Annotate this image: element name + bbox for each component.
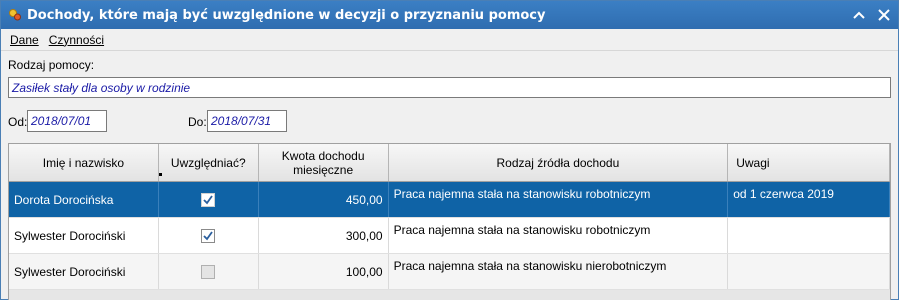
- rodzaj-pomocy-field[interactable]: Zasiłek stały dla osoby w rodzinie: [8, 77, 891, 98]
- rodzaj-pomocy-label: Rodzaj pomocy:: [8, 58, 95, 72]
- cell-name: Sylwester Dorociński: [9, 254, 159, 289]
- close-icon[interactable]: [873, 4, 895, 26]
- do-label: Do:: [188, 115, 207, 129]
- cell-included: [159, 254, 259, 289]
- cell-included: [159, 182, 259, 217]
- od-label: Od:: [8, 115, 28, 129]
- title-bar[interactable]: Dochody, które mają być uwzględnione w d…: [1, 1, 898, 29]
- table-header: Imię i nazwisko Uwzględniać? Kwota docho…: [9, 144, 890, 182]
- cell-amount: 100,00: [259, 254, 389, 289]
- table-row[interactable]: Dorota Dorocińska 450,00 Praca najemna s…: [9, 182, 890, 218]
- col-header-name[interactable]: Imię i nazwisko: [9, 144, 159, 181]
- cell-notes: [728, 218, 890, 253]
- window-title: Dochody, które mają być uwzględnione w d…: [27, 7, 546, 23]
- col-header-included[interactable]: Uwzględniać?: [159, 144, 259, 181]
- included-checkbox[interactable]: [201, 192, 216, 207]
- col-header-source[interactable]: Rodzaj źródła dochodu: [389, 144, 729, 181]
- cell-notes: od 1 czerwca 2019: [728, 182, 890, 217]
- cell-source: Praca najemna stała na stanowisku nierob…: [389, 254, 729, 289]
- menu-czynnosci[interactable]: Czynności: [44, 31, 109, 49]
- od-date-field[interactable]: 2018/07/01: [27, 110, 107, 132]
- income-table: Imię i nazwisko Uwzględniać? Kwota docho…: [8, 143, 891, 300]
- menu-bar: Dane Czynności: [1, 29, 898, 51]
- menu-dane[interactable]: Dane: [5, 31, 44, 49]
- cell-source: Praca najemna stała na stanowisku robotn…: [389, 182, 729, 217]
- app-icon: [7, 7, 23, 23]
- date-range: Od: 2018/07/01 Do: 2018/07/31: [8, 110, 891, 134]
- col-header-notes[interactable]: Uwagi: [728, 144, 890, 181]
- cell-amount: 300,00: [259, 218, 389, 253]
- cell-notes: [728, 254, 890, 289]
- form-area: Rodzaj pomocy: Zasiłek stały dla osoby w…: [1, 51, 898, 140]
- do-date-field[interactable]: 2018/07/31: [207, 110, 287, 132]
- included-checkbox[interactable]: [201, 264, 216, 279]
- cell-name: Dorota Dorocińska: [9, 182, 159, 217]
- cell-amount: 450,00: [259, 182, 389, 217]
- chevron-up-icon[interactable]: [848, 4, 870, 26]
- cell-source: Praca najemna stała na stanowisku robotn…: [389, 218, 729, 253]
- table-row[interactable]: Sylwester Dorociński 300,00 Praca najemn…: [9, 218, 890, 254]
- resize-handle[interactable]: [159, 173, 162, 176]
- dialog-window: Dochody, które mają być uwzględnione w d…: [0, 0, 899, 300]
- cell-included: [159, 218, 259, 253]
- col-header-amount[interactable]: Kwota dochodu miesięczne: [259, 144, 389, 181]
- table-row[interactable]: Sylwester Dorociński 100,00 Praca najemn…: [9, 254, 890, 290]
- included-checkbox[interactable]: [201, 228, 216, 243]
- cell-name: Sylwester Dorociński: [9, 218, 159, 253]
